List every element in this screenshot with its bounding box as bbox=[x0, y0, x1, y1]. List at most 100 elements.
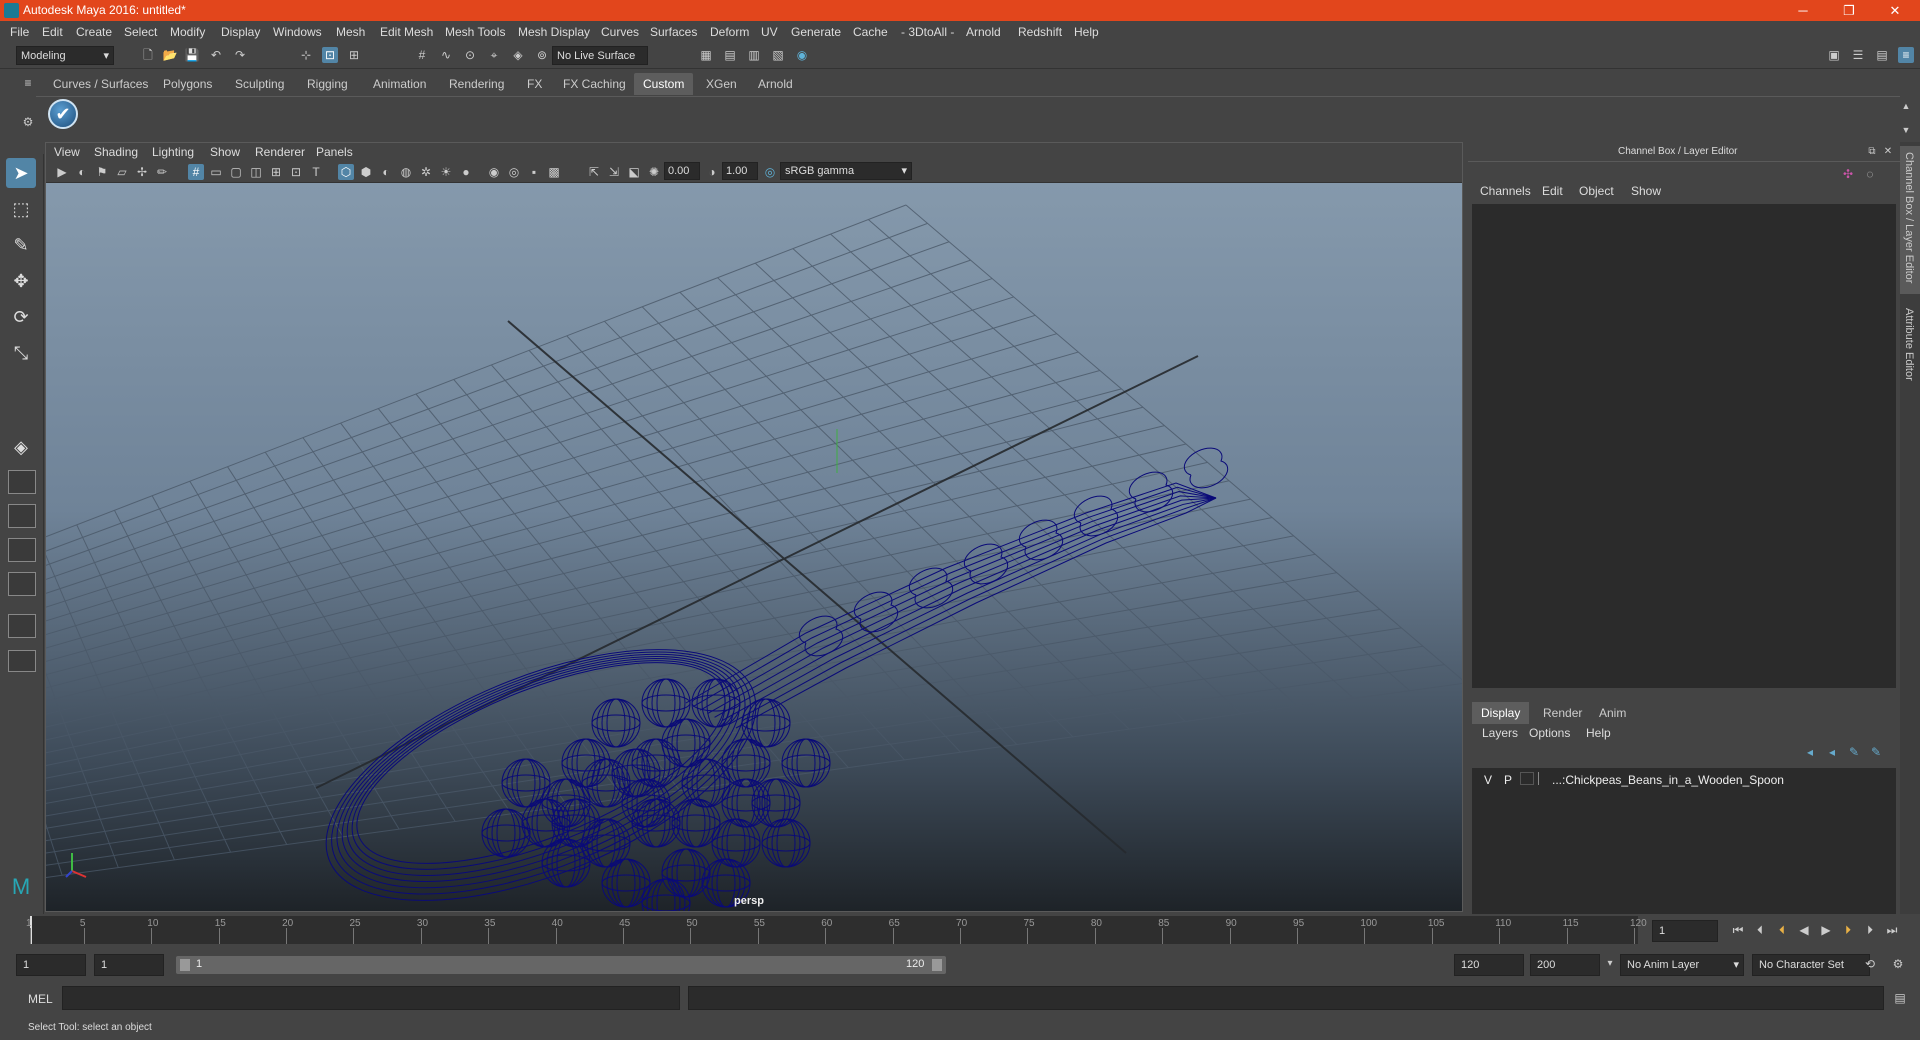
undo-icon[interactable]: ↶ bbox=[208, 47, 224, 63]
snap-curve-icon[interactable]: ∿ bbox=[438, 47, 454, 63]
menu-generate[interactable]: Generate bbox=[791, 25, 841, 39]
time-slider-bar[interactable]: 1 5 10 15 20 25 30 35 40 45 50 55 60 65 70 75 80 85 90 95 10… bbox=[26, 916, 1647, 944]
hypershade-icon[interactable]: ◉ bbox=[794, 47, 810, 63]
anim-layer-dropdown[interactable]: No Anim Layer ▾ bbox=[1620, 954, 1744, 976]
snap-surface-icon[interactable]: ◈ bbox=[510, 47, 526, 63]
shelf-settings-icon[interactable]: ⚙ bbox=[20, 114, 36, 130]
wireframe-icon[interactable]: ⬡ bbox=[338, 164, 354, 180]
live-surface-field[interactable]: No Live Surface bbox=[552, 46, 648, 65]
close-button[interactable]: ✕ bbox=[1872, 1, 1918, 21]
wireframe-on-shaded-icon[interactable]: ◐ bbox=[378, 164, 394, 180]
go-to-start-icon[interactable]: ⏮ bbox=[1730, 922, 1746, 938]
shelf-tab-polygons[interactable]: Polygons bbox=[154, 73, 221, 95]
vp-menu-shading[interactable]: Shading bbox=[94, 145, 138, 159]
2d-pan-icon[interactable]: ✢ bbox=[134, 164, 150, 180]
move-tool-icon[interactable]: ✥ bbox=[6, 266, 36, 296]
vp-menu-view[interactable]: View bbox=[54, 145, 80, 159]
layer-menu-options[interactable]: Options bbox=[1529, 726, 1570, 740]
float-panel-icon[interactable]: ⧉ bbox=[1864, 144, 1880, 160]
cb-menu-object[interactable]: Object bbox=[1579, 184, 1614, 198]
channel-box-area[interactable] bbox=[1472, 204, 1896, 688]
key-set-icon[interactable]: ⟲ bbox=[1862, 956, 1878, 972]
menu-select[interactable]: Select bbox=[124, 25, 157, 39]
shelf-tab-fx[interactable]: FX bbox=[518, 73, 551, 95]
gate-mask-icon[interactable]: ◫ bbox=[248, 164, 264, 180]
attribute-editor-icon[interactable]: ☰ bbox=[1850, 47, 1866, 63]
persp-uv-layout-icon[interactable] bbox=[8, 614, 36, 638]
exposure-field[interactable]: 0.00 bbox=[664, 162, 700, 180]
select-component-icon[interactable]: ⊞ bbox=[346, 47, 362, 63]
textured-icon[interactable]: ◍ bbox=[398, 164, 414, 180]
step-forward-frame-icon[interactable]: ⏵ bbox=[1840, 922, 1856, 938]
end-time-field[interactable]: 200 bbox=[1530, 954, 1600, 976]
side-tab-channel-box[interactable]: Channel Box / Layer Editor bbox=[1900, 146, 1920, 294]
save-scene-icon[interactable]: 💾 bbox=[184, 47, 200, 63]
bookmark-icon[interactable]: ⚑ bbox=[94, 164, 110, 180]
speed-icon[interactable]: ◌ bbox=[1862, 166, 1878, 182]
render-frame-icon[interactable]: ▤ bbox=[722, 47, 738, 63]
step-back-key-icon[interactable]: ⏴ bbox=[1752, 922, 1768, 938]
script-editor-icon[interactable]: ▤ bbox=[1892, 990, 1908, 1006]
shelf-menu-icon[interactable]: ≡ bbox=[20, 75, 36, 91]
character-set-dropdown[interactable]: No Character Set bbox=[1752, 954, 1870, 976]
open-scene-icon[interactable]: 📂 bbox=[162, 47, 178, 63]
checkmark-icon[interactable]: ✔ bbox=[48, 99, 78, 129]
cb-menu-channels[interactable]: Channels bbox=[1480, 184, 1531, 198]
menu-deform[interactable]: Deform bbox=[710, 25, 749, 39]
close-panel-icon[interactable]: ✕ bbox=[1880, 144, 1896, 160]
ipr-render-icon[interactable]: ▥ bbox=[746, 47, 762, 63]
playback-end-field[interactable]: 120 bbox=[1454, 954, 1524, 976]
frame-selected-icon[interactable]: ⇲ bbox=[606, 164, 622, 180]
menu-surfaces[interactable]: Surfaces bbox=[650, 25, 697, 39]
range-bar[interactable]: 1 120 bbox=[176, 956, 946, 974]
render-settings-icon[interactable]: ▧ bbox=[770, 47, 786, 63]
image-plane-icon[interactable]: ▱ bbox=[114, 164, 130, 180]
menu-mesh-display[interactable]: Mesh Display bbox=[518, 25, 590, 39]
persp-hypershade-layout-icon[interactable] bbox=[8, 572, 36, 596]
paint-select-tool-icon[interactable]: ✎ bbox=[6, 230, 36, 260]
snap-live-icon[interactable]: ⊚ bbox=[534, 47, 550, 63]
menu-arnold[interactable]: Arnold bbox=[966, 25, 1001, 39]
layer-menu-layers[interactable]: Layers bbox=[1482, 726, 1518, 740]
four-view-layout-icon[interactable] bbox=[8, 470, 36, 494]
frame-all-icon[interactable]: ⇱ bbox=[586, 164, 602, 180]
shadows-icon[interactable]: ☀ bbox=[438, 164, 454, 180]
exposure-icon[interactable]: ✺ bbox=[646, 164, 662, 180]
xray-components-icon[interactable]: ▪ bbox=[526, 164, 542, 180]
shelf-tab-fx-caching[interactable]: FX Caching bbox=[554, 73, 635, 95]
persp-graph-layout-icon[interactable] bbox=[8, 538, 36, 562]
cb-menu-edit[interactable]: Edit bbox=[1542, 184, 1563, 198]
ambient-occlusion-icon[interactable]: ● bbox=[458, 164, 474, 180]
menu-modify[interactable]: Modify bbox=[170, 25, 205, 39]
play-backwards-icon[interactable]: ◀ bbox=[1796, 922, 1812, 938]
hud-icon[interactable]: ⬕ bbox=[626, 164, 642, 180]
menu-help[interactable]: Help bbox=[1074, 25, 1099, 39]
new-empty-layer-icon[interactable]: ✎ bbox=[1846, 744, 1862, 760]
xray-joints-icon[interactable]: ◎ bbox=[506, 164, 522, 180]
menu-uv[interactable]: UV bbox=[761, 25, 778, 39]
menu-cache[interactable]: Cache bbox=[853, 25, 888, 39]
select-tool-icon[interactable]: ➤ bbox=[6, 158, 36, 188]
start-time-field[interactable]: 1 bbox=[16, 954, 86, 976]
vp-menu-lighting[interactable]: Lighting bbox=[152, 145, 194, 159]
go-to-end-icon[interactable]: ⏭ bbox=[1884, 922, 1900, 938]
shelf-tab-rigging[interactable]: Rigging bbox=[298, 73, 357, 95]
grease-pencil-icon[interactable]: ✏ bbox=[154, 164, 170, 180]
redo-icon[interactable]: ↷ bbox=[232, 47, 248, 63]
color-space-dropdown[interactable]: sRGB gamma ▾ bbox=[780, 162, 912, 180]
animation-prefs-icon[interactable]: ⚙ bbox=[1890, 956, 1906, 972]
chevron-down-icon[interactable]: ▾ bbox=[1602, 956, 1618, 972]
select-object-icon[interactable]: ⊡ bbox=[322, 47, 338, 63]
camera-attr-icon[interactable]: ◐ bbox=[74, 164, 90, 180]
shelf-tab-rendering[interactable]: Rendering bbox=[440, 73, 513, 95]
snap-point-icon[interactable]: ⊙ bbox=[462, 47, 478, 63]
safe-action-icon[interactable]: ⊡ bbox=[288, 164, 304, 180]
layer-playback-toggle[interactable]: P bbox=[1504, 773, 1512, 787]
command-input[interactable] bbox=[62, 986, 680, 1010]
lasso-tool-icon[interactable]: ⬚ bbox=[6, 194, 36, 224]
shelf-tab-curves-surfaces[interactable]: Curves / Surfaces bbox=[44, 73, 157, 95]
manipulator-icon[interactable]: ✣ bbox=[1840, 166, 1856, 182]
restore-button[interactable]: ❐ bbox=[1826, 1, 1872, 21]
side-tab-attribute-editor[interactable]: Attribute Editor bbox=[1900, 302, 1920, 402]
single-perspective-icon[interactable]: ◈ bbox=[6, 432, 36, 462]
